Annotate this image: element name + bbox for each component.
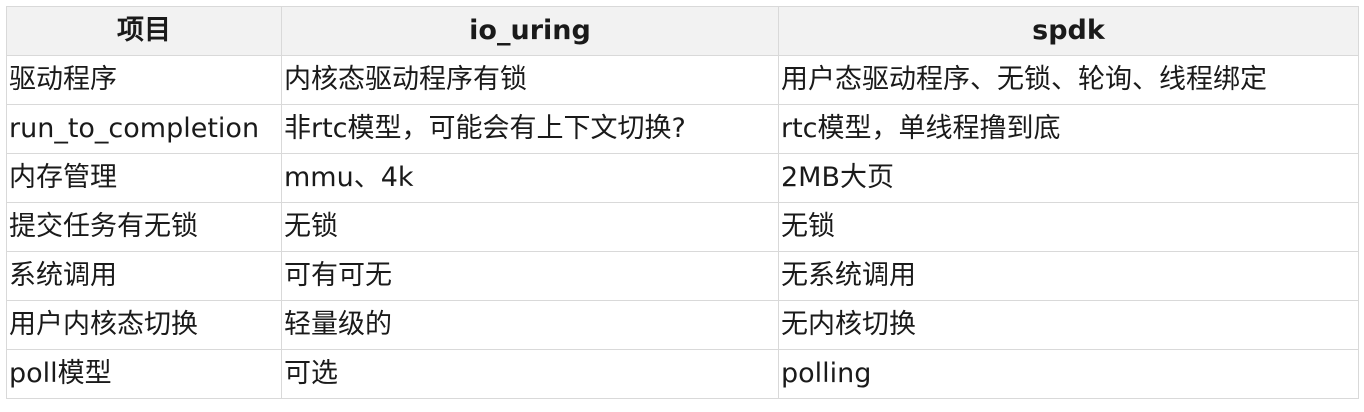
table-row: run_to_completion 非rtc模型，可能会有上下文切换? rtc模… [6, 104, 1359, 154]
spdk-cell: 无系统调用 [778, 251, 1359, 301]
row-label: 用户内核态切换 [6, 300, 282, 350]
spdk-cell: 无内核切换 [778, 300, 1359, 350]
io-uring-cell: 无锁 [281, 202, 779, 252]
spdk-cell: 用户态驱动程序、无锁、轮询、线程绑定 [778, 55, 1359, 105]
header-io-uring: io_uring [281, 6, 779, 56]
table-row: 内存管理 mmu、4k 2MB大页 [6, 153, 1359, 203]
io-uring-cell: 非rtc模型，可能会有上下文切换? [281, 104, 779, 154]
comparison-table: 项目 io_uring spdk 驱动程序 内核态驱动程序有锁 用户态驱动程序、… [6, 6, 1359, 399]
table-row: poll模型 可选 polling [6, 349, 1359, 399]
io-uring-cell: 可选 [281, 349, 779, 399]
io-uring-cell: 轻量级的 [281, 300, 779, 350]
table-row: 用户内核态切换 轻量级的 无内核切换 [6, 300, 1359, 350]
io-uring-cell: mmu、4k [281, 153, 779, 203]
row-label: 提交任务有无锁 [6, 202, 282, 252]
row-label: 驱动程序 [6, 55, 282, 105]
spdk-cell: 2MB大页 [778, 153, 1359, 203]
row-label: 系统调用 [6, 251, 282, 301]
spdk-cell: polling [778, 349, 1359, 399]
row-label: run_to_completion [6, 104, 282, 154]
table-row: 系统调用 可有可无 无系统调用 [6, 251, 1359, 301]
table-row: 提交任务有无锁 无锁 无锁 [6, 202, 1359, 252]
spdk-cell: rtc模型，单线程撸到底 [778, 104, 1359, 154]
header-item: 项目 [6, 6, 282, 56]
comparison-table-container: 项目 io_uring spdk 驱动程序 内核态驱动程序有锁 用户态驱动程序、… [6, 6, 1359, 399]
table-row: 驱动程序 内核态驱动程序有锁 用户态驱动程序、无锁、轮询、线程绑定 [6, 55, 1359, 105]
table-header-row: 项目 io_uring spdk [6, 6, 1359, 56]
row-label: 内存管理 [6, 153, 282, 203]
spdk-cell: 无锁 [778, 202, 1359, 252]
io-uring-cell: 内核态驱动程序有锁 [281, 55, 779, 105]
row-label: poll模型 [6, 349, 282, 399]
io-uring-cell: 可有可无 [281, 251, 779, 301]
header-spdk: spdk [778, 6, 1359, 56]
